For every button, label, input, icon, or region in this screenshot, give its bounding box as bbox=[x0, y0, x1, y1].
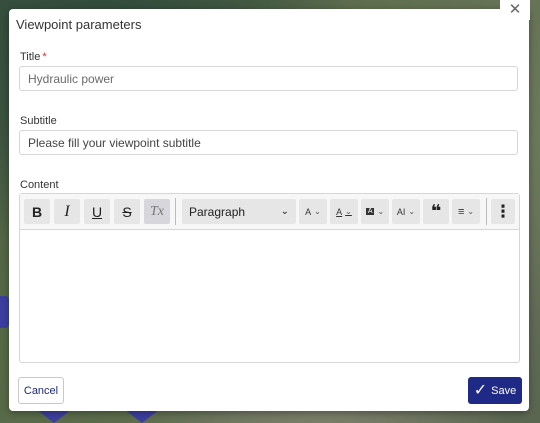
chevron-down-icon: ⌄ bbox=[408, 207, 416, 216]
underline-button[interactable]: U bbox=[84, 199, 110, 224]
chevron-down-icon: ⌄ bbox=[314, 207, 321, 216]
title-label-text: Title bbox=[20, 51, 41, 63]
editor-content-area[interactable] bbox=[20, 230, 519, 362]
title-input[interactable]: Hydraulic power bbox=[19, 66, 518, 91]
save-label: Save bbox=[491, 384, 517, 397]
block-format-value: Paragraph bbox=[189, 204, 246, 219]
cancel-button[interactable]: Cancel bbox=[18, 377, 64, 404]
bold-icon: B bbox=[31, 203, 43, 220]
chevron-down-icon: ⌄ bbox=[467, 207, 475, 216]
highlight-icon: A bbox=[365, 208, 375, 215]
content-label: Content bbox=[20, 179, 59, 191]
toolbar-separator bbox=[175, 198, 176, 225]
highlight-button[interactable]: A ⌄ bbox=[361, 199, 389, 224]
font-size-button[interactable]: A ⌄ bbox=[299, 199, 327, 224]
subtitle-input[interactable]: Please fill your viewpoint subtitle bbox=[19, 130, 518, 155]
title-input-value: Hydraulic power bbox=[28, 71, 115, 86]
quote-icon: ❝ bbox=[430, 201, 442, 221]
toolbar-separator bbox=[486, 198, 487, 225]
ai-button[interactable]: AI ⌄ bbox=[392, 199, 420, 224]
ai-icon: AI bbox=[396, 206, 406, 217]
map-marker[interactable] bbox=[36, 409, 72, 423]
font-size-icon: A bbox=[305, 206, 312, 217]
close-button[interactable]: ✕ bbox=[500, 0, 530, 20]
strikethrough-icon: S bbox=[122, 203, 132, 220]
align-icon: ≡ bbox=[457, 205, 465, 218]
font-color-icon: A bbox=[336, 206, 343, 217]
title-label: Title * bbox=[20, 51, 47, 63]
chevron-down-icon: ⌄ bbox=[280, 206, 289, 217]
map-marker[interactable] bbox=[0, 296, 9, 328]
check-icon: ✓ bbox=[473, 381, 488, 399]
chevron-down-icon: ⌄ bbox=[345, 207, 352, 216]
save-button[interactable]: ✓ Save bbox=[468, 377, 522, 404]
subtitle-label: Subtitle bbox=[20, 115, 57, 127]
chevron-down-icon: ⌄ bbox=[377, 207, 385, 216]
editor-toolbar: B I U S Tx Paragraph ⌄ A ⌄ A ⌄ A ⌄ AI ⌄ … bbox=[20, 194, 519, 230]
font-color-button[interactable]: A ⌄ bbox=[330, 199, 358, 224]
italic-button[interactable]: I bbox=[54, 199, 80, 224]
rich-text-editor: B I U S Tx Paragraph ⌄ A ⌄ A ⌄ A ⌄ AI ⌄ … bbox=[19, 193, 520, 363]
strikethrough-button[interactable]: S bbox=[114, 199, 140, 224]
underline-icon: U bbox=[91, 203, 103, 220]
align-button[interactable]: ≡ ⌄ bbox=[452, 199, 480, 224]
viewpoint-parameters-dialog: ✕ Viewpoint parameters Title * Hydraulic … bbox=[9, 0, 530, 411]
italic-icon: I bbox=[64, 202, 70, 220]
more-vertical-icon: ⋮ bbox=[494, 201, 512, 221]
block-format-select[interactable]: Paragraph ⌄ bbox=[182, 199, 296, 224]
map-marker[interactable] bbox=[124, 409, 160, 423]
subtitle-placeholder: Please fill your viewpoint subtitle bbox=[28, 135, 201, 150]
clear-format-button[interactable]: Tx bbox=[144, 199, 170, 224]
dialog-title: Viewpoint parameters bbox=[16, 17, 142, 32]
bold-button[interactable]: B bbox=[24, 199, 50, 224]
clear-format-icon: Tx bbox=[150, 203, 164, 219]
more-options-button[interactable]: ⋮ bbox=[491, 199, 515, 224]
quote-button[interactable]: ❝ bbox=[423, 199, 449, 224]
close-icon: ✕ bbox=[508, 1, 522, 18]
required-mark: * bbox=[42, 51, 47, 63]
cancel-label: Cancel bbox=[23, 384, 59, 397]
